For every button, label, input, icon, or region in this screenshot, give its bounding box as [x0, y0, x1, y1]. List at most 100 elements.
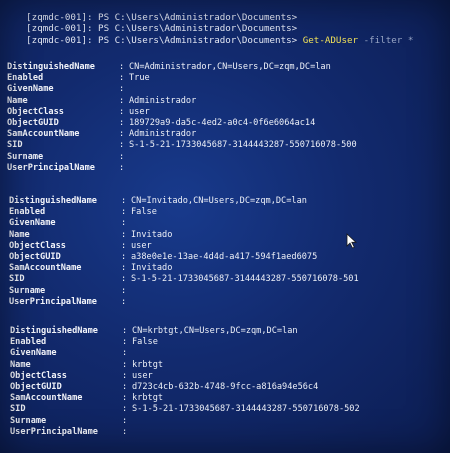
property-name: GivenName: [9, 218, 56, 229]
property-value: user: [131, 240, 152, 251]
property-name: SID: [7, 140, 23, 151]
property-name: Surname: [9, 285, 46, 296]
record-row: UserPrincipalName:: [7, 163, 357, 174]
property-name: SamAccountName: [9, 263, 82, 274]
property-separator: :: [119, 73, 125, 84]
property-value: CN=krbtgt,CN=Users,DC=zqm,DC=lan: [132, 326, 298, 336]
record-row: Surname:: [7, 152, 357, 163]
property-name: Enabled: [7, 73, 44, 84]
record-row: GivenName:: [9, 218, 359, 229]
property-name: SID: [10, 404, 26, 415]
property-separator: :: [121, 251, 127, 262]
property-separator: :: [122, 381, 128, 392]
property-separator: :: [121, 263, 127, 274]
prompt-line-3: [zqmdc-001]: PS C:\Users\Administrador\D…: [4, 24, 413, 57]
property-name: Name: [7, 95, 28, 106]
property-name: DistinguishedName: [10, 326, 98, 336]
property-name: GivenName: [7, 84, 54, 95]
property-value: S-1-5-21-1733045687-3144443287-550716078…: [132, 404, 360, 415]
property-value: False: [131, 207, 157, 218]
property-separator: :: [121, 229, 127, 240]
record-row: SID: S-1-5-21-1733045687-3144443287-55071…: [7, 140, 357, 151]
property-name: SamAccountName: [10, 393, 83, 404]
ad-user-record-1: DistinguishedName: CN=Administrador,CN=Us…: [7, 62, 357, 174]
record-row: Surname:: [9, 286, 359, 297]
property-name: DistinguishedName: [9, 196, 97, 206]
mouse-pointer-icon: [346, 233, 358, 249]
property-separator: :: [122, 393, 128, 404]
record-row: Surname:: [10, 416, 360, 427]
property-name: ObjectGUID: [9, 251, 61, 262]
record-row: ObjectClass: user: [7, 107, 357, 118]
property-separator: :: [119, 117, 125, 128]
property-name: DistinguishedName: [7, 62, 95, 72]
property-separator: :: [121, 218, 127, 229]
property-separator: :: [121, 296, 127, 307]
property-value: krbtgt: [132, 393, 164, 404]
property-name: ObjectClass: [9, 240, 66, 251]
record-row: Enabled: True: [7, 73, 357, 84]
record-row: Enabled: False: [9, 207, 359, 218]
property-value: CN=Administrador,CN=Users,DC=zqm,DC=lan: [129, 62, 331, 72]
record-row: GivenName:: [10, 348, 360, 359]
property-name: ObjectClass: [7, 106, 64, 117]
property-name: ObjectGUID: [7, 117, 59, 128]
property-value: 189729a9-da5c-4ed2-a0c4-0f6e6064ac14: [129, 117, 316, 128]
property-name: ObjectGUID: [10, 381, 62, 392]
property-name: Surname: [10, 415, 47, 426]
record-row: GivenName:: [7, 84, 357, 95]
record-row: ObjectClass: user: [9, 241, 359, 252]
record-row: SID: S-1-5-21-1733045687-3144443287-55071…: [10, 404, 360, 415]
property-value: a38e0e1e-13ae-4d4d-a417-594f1aed6075: [131, 251, 318, 262]
record-row: Name: Invitado: [9, 230, 359, 241]
prompt-text: [zqmdc-001]: PS C:\Users\Administrador\D…: [26, 35, 303, 46]
property-value: CN=Invitado,CN=Users,DC=zqm,DC=lan: [131, 196, 307, 206]
record-row: DistinguishedName: CN=Administrador,CN=Us…: [7, 62, 357, 73]
property-separator: :: [122, 415, 128, 426]
record-row: ObjectGUID: a38e0e1e-13ae-4d4d-a417-594f1…: [9, 252, 359, 263]
property-value: True: [129, 73, 150, 84]
property-value: d723c4cb-632b-4748-9fcc-a816a94e56c4: [132, 381, 319, 392]
property-name: Name: [9, 229, 30, 240]
property-separator: :: [121, 274, 127, 285]
record-row: Name: krbtgt: [10, 360, 360, 371]
property-name: SID: [9, 274, 25, 285]
property-name: ObjectClass: [10, 370, 67, 381]
property-name: UserPrincipalName: [10, 426, 98, 437]
property-value: Administrador: [129, 95, 197, 106]
record-row: ObjectClass: user: [10, 371, 360, 382]
property-value: False: [132, 337, 158, 348]
property-separator: :: [119, 84, 125, 95]
record-row: UserPrincipalName:: [9, 297, 359, 308]
command-argument: -filter *: [358, 35, 414, 46]
record-row: SID: S-1-5-21-1733045687-3144443287-55071…: [9, 274, 359, 285]
record-row: ObjectGUID: d723c4cb-632b-4748-9fcc-a816a…: [10, 382, 360, 393]
property-separator: :: [121, 240, 127, 251]
property-separator: :: [119, 62, 125, 72]
record-row: SamAccountName: Administrador: [7, 129, 357, 140]
property-name: UserPrincipalName: [7, 162, 95, 173]
property-value: Administrador: [129, 129, 197, 140]
property-separator: :: [122, 370, 128, 381]
record-row: Name: Administrador: [7, 96, 357, 107]
ad-user-record-3: DistinguishedName: CN=krbtgt,CN=Users,DC=…: [10, 326, 360, 438]
powershell-console[interactable]: [zqmdc-001]: PS C:\Users\Administrador\D…: [0, 0, 450, 453]
record-row: DistinguishedName: CN=krbtgt,CN=Users,DC=…: [10, 326, 360, 337]
property-separator: :: [122, 426, 128, 437]
property-separator: :: [119, 129, 125, 140]
property-separator: :: [122, 326, 128, 336]
property-name: UserPrincipalName: [9, 296, 97, 307]
property-separator: :: [119, 140, 125, 151]
property-separator: :: [119, 151, 125, 162]
property-separator: :: [119, 162, 125, 173]
command-name: Get-ADUser: [302, 35, 359, 46]
property-name: Enabled: [10, 337, 47, 348]
property-value: user: [132, 370, 153, 381]
property-value: S-1-5-21-1733045687-3144443287-550716078…: [131, 274, 359, 285]
property-separator: :: [119, 106, 125, 117]
record-row: ObjectGUID:189729a9-da5c-4ed2-a0c4-0f6e6…: [7, 118, 357, 129]
property-name: Enabled: [9, 207, 46, 218]
property-value: user: [129, 106, 150, 117]
record-row: DistinguishedName: CN=Invitado,CN=Users,D…: [9, 196, 359, 207]
property-name: Name: [10, 359, 31, 370]
